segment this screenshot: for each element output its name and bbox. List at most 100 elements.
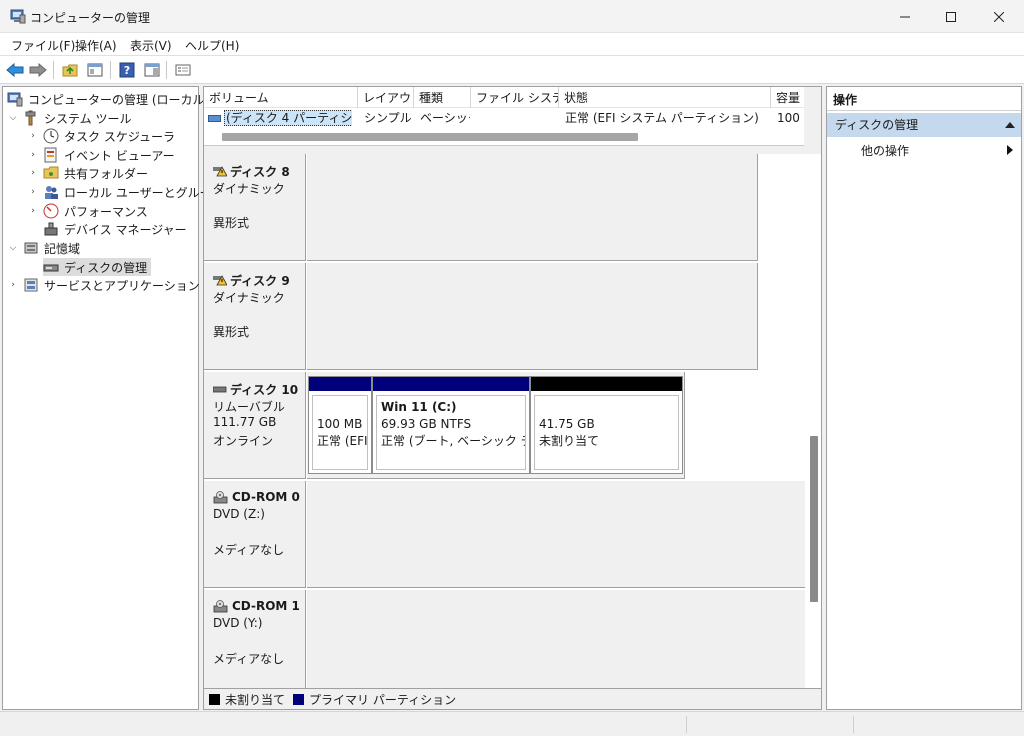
pane-splitter[interactable] <box>204 146 821 154</box>
partition-unallocated[interactable]: 41.75 GB 未割り当て <box>530 376 683 474</box>
table-row[interactable]: (ディスク 4 パーティション 1) シンプル ベーシック 正常 (EFI シス… <box>204 108 804 128</box>
tree-item-performance[interactable]: › パフォーマンス <box>27 202 148 220</box>
tree-item-label: ローカル ユーザーとグループ <box>64 185 223 200</box>
menu-view[interactable]: 表示(V) <box>130 37 172 54</box>
partition-efi[interactable]: 100 MB 正常 (EFI <box>308 376 372 474</box>
disk-partition-area <box>307 590 805 688</box>
column-header-layout[interactable]: レイアウト <box>358 87 414 108</box>
disk-type: ダイナミック <box>213 291 285 305</box>
partition-bar <box>531 377 682 391</box>
window-title: コンピューターの管理 <box>30 11 151 25</box>
actions-section-disk-management[interactable]: ディスクの管理 <box>827 113 1021 137</box>
properties-icon[interactable] <box>173 60 193 80</box>
column-header-capacity[interactable]: 容量 <box>771 87 804 108</box>
disk-warning-icon <box>213 166 228 177</box>
legend-swatch-primary <box>293 693 305 705</box>
tree-item-label: コンピューターの管理 (ローカル) <box>28 92 210 107</box>
column-header-filesystem[interactable]: ファイル システム <box>471 87 559 108</box>
filesystem-cell <box>476 108 558 128</box>
scrollbar-thumb[interactable] <box>222 133 638 141</box>
disk-label[interactable]: ディスク 9 ダイナミック 異形式 <box>204 263 306 370</box>
partition-size: 41.75 GB <box>539 417 595 431</box>
partition-size: 100 MB <box>317 417 363 431</box>
tree-item-device-manager[interactable]: デバイス マネージャー <box>43 220 187 238</box>
tree-item-label: 記憶域 <box>44 241 81 256</box>
removable-disk-icon <box>212 384 227 395</box>
performance-icon <box>43 203 59 219</box>
menu-bar: ファイル(F) 操作(A) 表示(V) ヘルプ(H) <box>0 33 1024 56</box>
tree-item-disk-management[interactable]: ディスクの管理 <box>43 258 152 276</box>
tree-item-system-tools[interactable]: ⌵ システム ツール <box>7 109 131 127</box>
partition-status: 未割り当て <box>539 434 600 448</box>
column-header-volume[interactable]: ボリューム <box>204 87 358 108</box>
legend: 未割り当て プライマリ パーティション <box>204 688 821 709</box>
menu-help[interactable]: ヘルプ(H) <box>185 37 239 54</box>
chevron-right-icon[interactable]: › <box>27 186 39 198</box>
title-bar: コンピューターの管理 <box>0 0 1024 33</box>
maximize-button[interactable] <box>928 0 974 33</box>
collapse-arrow-icon[interactable] <box>1005 122 1015 128</box>
vertical-scrollbar[interactable] <box>806 154 821 688</box>
console-tree-icon[interactable] <box>85 60 105 80</box>
disk-label[interactable]: CD-ROM 1 DVD (Y:) メディアなし <box>204 590 306 688</box>
up-folder-icon[interactable] <box>60 60 80 80</box>
disk-label[interactable]: ディスク 10 リムーバブル 111.77 GB オンライン <box>204 372 306 479</box>
disk-warning-icon <box>213 275 228 286</box>
task-scheduler-icon <box>43 128 59 144</box>
forward-icon[interactable] <box>28 60 48 80</box>
partition-bar <box>373 377 529 391</box>
cd-rom-icon <box>213 490 229 504</box>
partition-c[interactable]: Win 11 (C:) 69.93 GB NTFS 正常 (ブート, ベーシック… <box>372 376 530 474</box>
tree-item-computer-management[interactable]: コンピューターの管理 (ローカル) <box>7 90 209 108</box>
chevron-right-icon[interactable]: › <box>27 149 39 161</box>
disk-name: ディスク 8 <box>230 165 290 179</box>
tree-item-shared-folders[interactable]: › 共有フォルダー <box>27 164 148 182</box>
disk-label[interactable]: CD-ROM 0 DVD (Z:) メディアなし <box>204 481 306 588</box>
disk-type: DVD (Y:) <box>213 616 263 630</box>
disk-row: ディスク 9 ダイナミック 異形式 <box>204 263 806 372</box>
toolbar-divider <box>110 61 111 79</box>
column-header-status[interactable]: 状態 <box>559 87 771 108</box>
tree-item-event-viewer[interactable]: › イベント ビューアー <box>27 146 175 164</box>
disk-status: 異形式 <box>213 216 250 230</box>
minimize-button[interactable] <box>882 0 928 33</box>
disk-name: CD-ROM 0 <box>232 490 300 504</box>
legend-label: 未割り当て <box>225 692 286 707</box>
disk-partition-area <box>307 154 758 261</box>
capacity-cell: 100 I <box>777 111 804 125</box>
close-button[interactable] <box>976 0 1022 33</box>
tree-item-services-apps[interactable]: › サービスとアプリケーション <box>7 276 200 294</box>
chevron-right-icon[interactable]: › <box>27 167 39 179</box>
column-header-type[interactable]: 種類 <box>414 87 471 108</box>
tree-item-task-scheduler[interactable]: › タスク スケジューラ <box>27 127 175 145</box>
disk-partition-area <box>307 481 805 588</box>
horizontal-scrollbar[interactable] <box>204 128 804 146</box>
back-icon[interactable] <box>5 60 25 80</box>
volume-icon <box>208 115 221 122</box>
toolbar-divider <box>53 61 54 79</box>
chevron-down-icon[interactable]: ⌵ <box>7 242 19 254</box>
chevron-right-icon[interactable]: › <box>7 279 19 291</box>
partition-size: 69.93 GB NTFS <box>381 417 472 431</box>
menu-action[interactable]: 操作(A) <box>75 37 117 54</box>
tree-item-local-users-groups[interactable]: › ローカル ユーザーとグループ <box>27 183 223 201</box>
tree-item-label: デバイス マネージャー <box>64 222 187 237</box>
other-actions-item[interactable]: 他の操作 <box>861 142 909 159</box>
tree-item-label: パフォーマンス <box>64 204 148 219</box>
disk-management-icon <box>43 259 59 275</box>
scrollbar-thumb[interactable] <box>810 436 818 602</box>
device-manager-icon <box>43 221 59 237</box>
volume-list-header: ボリューム レイアウト 種類 ファイル システム 状態 容量 <box>204 87 804 108</box>
tree-item-storage[interactable]: ⌵ 記憶域 <box>7 239 80 257</box>
chevron-down-icon[interactable]: ⌵ <box>7 112 19 124</box>
chevron-right-icon[interactable]: › <box>27 130 39 142</box>
type-cell: ベーシック <box>420 111 470 125</box>
chevron-right-icon[interactable]: › <box>27 205 39 217</box>
svg-text:?: ? <box>124 64 130 77</box>
show-hide-pane-icon[interactable] <box>142 60 162 80</box>
layout-cell: シンプル <box>364 111 412 125</box>
users-groups-icon <box>43 184 59 200</box>
menu-file[interactable]: ファイル(F) <box>11 37 75 54</box>
help-icon[interactable]: ? <box>117 60 137 80</box>
disk-label[interactable]: ディスク 8 ダイナミック 異形式 <box>204 154 306 261</box>
